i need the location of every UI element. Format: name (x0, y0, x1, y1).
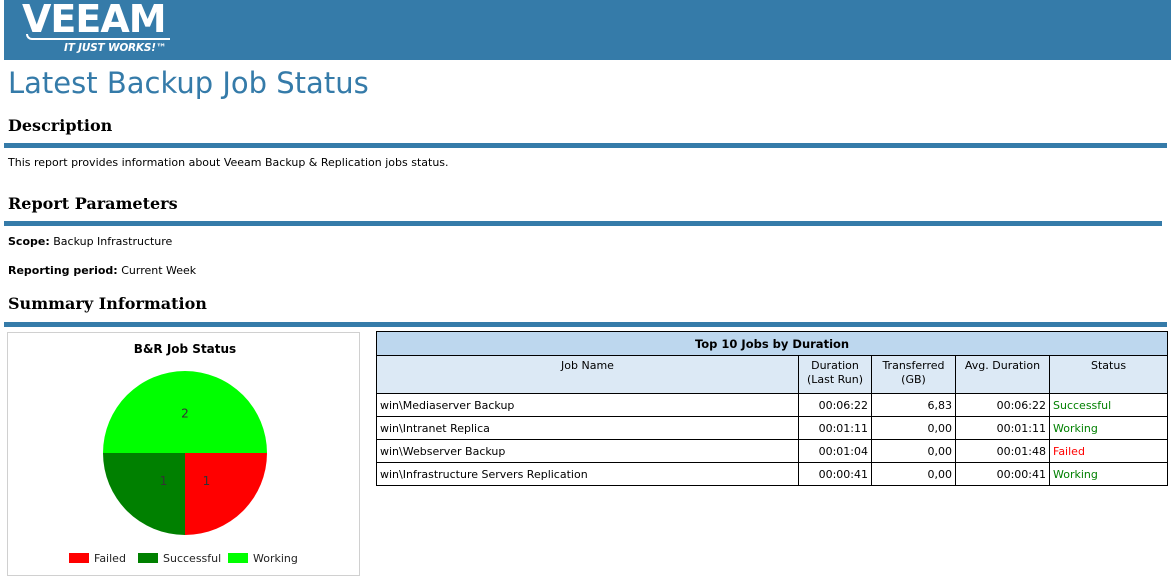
page-title: Latest Backup Job Status (8, 66, 369, 100)
job-status-chart: B&R Job Status 1 1 2 Failed Successful Working (7, 332, 360, 576)
status-cell: Successful (1048, 393, 1169, 417)
job-name-cell: win\Mediaserver Backup (376, 393, 799, 417)
legend-label-failed: Failed (94, 552, 126, 565)
description-text: This report provides information about V… (8, 156, 449, 169)
transferred-cell: 0,00 (871, 462, 956, 486)
transferred-cell: 0,00 (871, 439, 956, 463)
duration-cell: 00:01:04 (798, 439, 872, 463)
legend-label-working: Working (253, 552, 298, 565)
veeam-logo: VEEAM IT JUST WORKS!™ (20, 0, 170, 60)
transferred-cell: 0,00 (871, 416, 956, 440)
table-row: win\Mediaserver Backup 00:06:22 6,83 00:… (376, 393, 1169, 417)
section-divider (4, 322, 1167, 327)
column-header-duration: Duration (Last Run) (798, 355, 872, 394)
section-divider (4, 143, 1167, 148)
legend-swatch-failed (69, 553, 89, 563)
period-label: Reporting period: (8, 264, 118, 277)
table-caption: Top 10 Jobs by Duration (375, 331, 1169, 356)
pie-slice-failed (185, 453, 267, 535)
table-row: win\Intranet Replica 00:01:11 0,00 00:01… (376, 416, 1169, 440)
pie-chart-svg: B&R Job Status 1 1 2 Failed Successful Working (69, 342, 298, 565)
legend-label-successful: Successful (163, 552, 221, 565)
transferred-cell: 6,83 (871, 393, 956, 417)
pie-value-label: 2 (181, 407, 189, 421)
duration-cell: 00:06:22 (798, 393, 872, 417)
status-cell: Failed (1048, 439, 1169, 463)
section-divider (4, 221, 1162, 226)
pie-value-label: 1 (160, 474, 168, 488)
logo-swoosh (26, 34, 170, 40)
avg-duration-cell: 00:06:22 (955, 393, 1050, 417)
legend-swatch-successful (138, 553, 158, 563)
duration-cell: 00:01:11 (798, 416, 872, 440)
job-name-cell: win\Webserver Backup (376, 439, 799, 463)
avg-duration-cell: 00:00:41 (955, 462, 1050, 486)
avg-duration-cell: 00:01:11 (955, 416, 1050, 440)
scope-value: Backup Infrastructure (53, 235, 173, 248)
status-cell: Working (1048, 416, 1169, 440)
status-cell: Working (1048, 462, 1169, 486)
parameters-heading: Report Parameters (8, 194, 178, 213)
job-name-cell: win\Intranet Replica (376, 416, 799, 440)
scope-label: Scope: (8, 235, 50, 248)
job-name-cell: win\Infrastructure Servers Replication (376, 462, 799, 486)
top-jobs-table: Top 10 Jobs by Duration Job Name Duratio… (375, 331, 1169, 486)
summary-heading: Summary Information (8, 294, 207, 313)
table-row: win\Webserver Backup 00:01:04 0,00 00:01… (376, 439, 1169, 463)
pie-slice-successful (103, 453, 185, 535)
scope-parameter: Scope: Backup Infrastructure (8, 235, 172, 249)
duration-cell: 00:00:41 (798, 462, 872, 486)
header-banner: VEEAM IT JUST WORKS!™ (4, 0, 1171, 60)
chart-title: B&R Job Status (134, 342, 236, 356)
column-header-transferred: Transferred (GB) (871, 355, 956, 394)
column-header-job-name: Job Name (376, 355, 799, 394)
logo-tagline: IT JUST WORKS!™ (64, 42, 167, 54)
legend-swatch-working (228, 553, 248, 563)
table-row: win\Infrastructure Servers Replication 0… (376, 462, 1169, 486)
period-value: Current Week (121, 264, 197, 277)
column-header-avg-duration: Avg. Duration (955, 355, 1050, 394)
period-parameter: Reporting period: Current Week (8, 264, 196, 278)
description-heading: Description (8, 116, 113, 135)
avg-duration-cell: 00:01:48 (955, 439, 1050, 463)
pie-value-label: 1 (203, 474, 211, 488)
column-header-status: Status (1048, 355, 1169, 394)
